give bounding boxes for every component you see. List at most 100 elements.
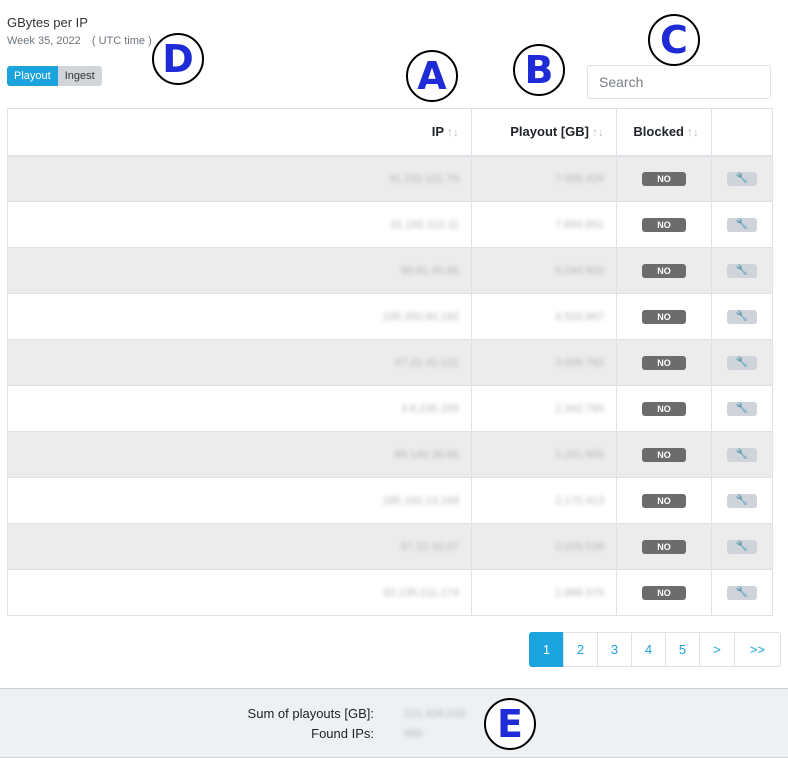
playout-value: 2.029.538 [555,540,604,553]
action-cell: 🔧 [711,201,773,248]
playout-value: 7.996.424 [555,172,604,185]
wrench-icon[interactable]: 🔧 [727,309,757,324]
marker-c: C [648,14,700,66]
ip-value: 67.22.42.67 [400,540,459,553]
blocked-cell: NO [616,155,712,202]
playout-cell: 4.520.867 [471,293,617,340]
playout-value: 2.291.855 [555,448,604,461]
blocked-cell: NO [616,339,712,386]
ip-table: IP ↑↓ Playout [GB] ↑↓ Blocked ↑↓ 31.192.121… [7,108,773,616]
ip-value: 82.135.211.174 [383,586,459,599]
action-cell: 🔧 [711,569,773,616]
ip-cell: 80.81.45.66 [7,247,472,294]
page-4-button[interactable]: 4 [631,632,666,667]
ip-cell: 195.250.80.182 [7,293,472,340]
blocked-badge: NO [642,447,686,462]
action-cell: 🔧 [711,339,773,386]
wrench-icon[interactable]: 🔧 [727,539,757,554]
mode-toggle: Playout Ingest [7,66,102,86]
pagination: 1 2 3 4 5 > >> [529,632,781,667]
blocked-badge: NO [642,493,686,508]
marker-d: D [152,33,204,85]
table-row: 31.192.121.79 7.996.424 NO 🔧 [7,155,773,202]
table-row: 89.149.36.66 2.291.855 NO 🔧 [7,431,773,478]
marker-b: B [513,44,565,96]
table-row: 31.192.112.11 7.893.651 NO 🔧 [7,201,773,248]
page-1-button[interactable]: 1 [529,632,564,667]
action-cell: 🔧 [711,523,773,570]
blocked-header-label: Blocked [633,124,684,140]
blocked-cell: NO [616,385,712,432]
playout-cell: 2.170.413 [471,477,617,524]
ip-value: 31.192.112.11 [390,218,459,231]
sort-icon: ↑↓ [447,125,459,140]
sum-label: Sum of playouts [GB]: [247,706,374,721]
action-cell: 🔧 [711,293,773,340]
ip-cell: 82.135.211.174 [7,569,472,616]
sort-icon: ↑↓ [687,125,699,140]
wrench-icon[interactable]: 🔧 [727,493,757,508]
page-3-button[interactable]: 3 [597,632,632,667]
playout-button[interactable]: Playout [7,66,58,86]
playout-value: 2.170.413 [555,494,604,507]
ip-cell: 67.22.42.121 [7,339,472,386]
playout-value: 4.520.867 [555,310,604,323]
wrench-icon[interactable]: 🔧 [727,217,757,232]
page-title: GBytes per IP [7,15,88,30]
ip-cell: 3.6.235.155 [7,385,472,432]
blocked-badge: NO [642,539,686,554]
blocked-cell: NO [616,293,712,340]
next-page-button[interactable]: > [699,632,735,667]
page-subtitle: Week 35, 2022 ( UTC time ) [7,35,152,47]
wrench-icon[interactable]: 🔧 [727,585,757,600]
playout-header-label: Playout [GB] [510,124,589,140]
blocked-cell: NO [616,569,712,616]
page-2-button[interactable]: 2 [563,632,598,667]
wrench-icon[interactable]: 🔧 [727,447,757,462]
wrench-icon[interactable]: 🔧 [727,401,757,416]
ingest-button[interactable]: Ingest [57,66,102,86]
search-input[interactable] [587,65,771,99]
playout-cell: 2.342.785 [471,385,617,432]
sort-icon: ↑↓ [592,125,604,140]
playout-cell: 5.244.903 [471,247,617,294]
ip-cell: 185.192.13.249 [7,477,472,524]
found-ips-value: 999 [404,728,423,740]
playout-cell: 7.893.651 [471,201,617,248]
playout-cell: 2.029.538 [471,523,617,570]
ip-value: 89.149.36.66 [394,448,459,461]
blocked-badge: NO [642,217,686,232]
table-row: 3.6.235.155 2.342.785 NO 🔧 [7,385,773,432]
column-header-blocked[interactable]: Blocked ↑↓ [616,108,712,157]
wrench-icon[interactable]: 🔧 [727,263,757,278]
page-5-button[interactable]: 5 [665,632,700,667]
action-cell: 🔧 [711,247,773,294]
ip-value: 195.250.80.182 [382,310,459,323]
wrench-icon[interactable]: 🔧 [727,171,757,186]
blocked-cell: NO [616,523,712,570]
ip-value: 185.192.13.249 [382,494,459,507]
playout-cell: 3.699.783 [471,339,617,386]
playout-cell: 1.686.570 [471,569,617,616]
action-cell: 🔧 [711,431,773,478]
playout-cell: 7.996.424 [471,155,617,202]
action-cell: 🔧 [711,385,773,432]
last-page-button[interactable]: >> [734,632,781,667]
blocked-badge: NO [642,401,686,416]
column-header-playout[interactable]: Playout [GB] ↑↓ [471,108,617,157]
column-header-actions [711,108,773,157]
column-header-ip[interactable]: IP ↑↓ [7,108,472,157]
table-row: 82.135.211.174 1.686.570 NO 🔧 [7,569,773,616]
blocked-badge: NO [642,355,686,370]
ip-cell: 31.192.121.79 [7,155,472,202]
playout-cell: 2.291.855 [471,431,617,478]
ip-header-label: IP [431,124,444,140]
playout-value: 7.893.651 [555,218,604,231]
wrench-icon[interactable]: 🔧 [727,355,757,370]
table-row: 67.22.42.67 2.029.538 NO 🔧 [7,523,773,570]
week-label: Week 35, 2022 [7,35,81,47]
table-row: 67.22.42.121 3.699.783 NO 🔧 [7,339,773,386]
blocked-badge: NO [642,171,686,186]
playout-value: 5.244.903 [555,264,604,277]
action-cell: 🔧 [711,477,773,524]
